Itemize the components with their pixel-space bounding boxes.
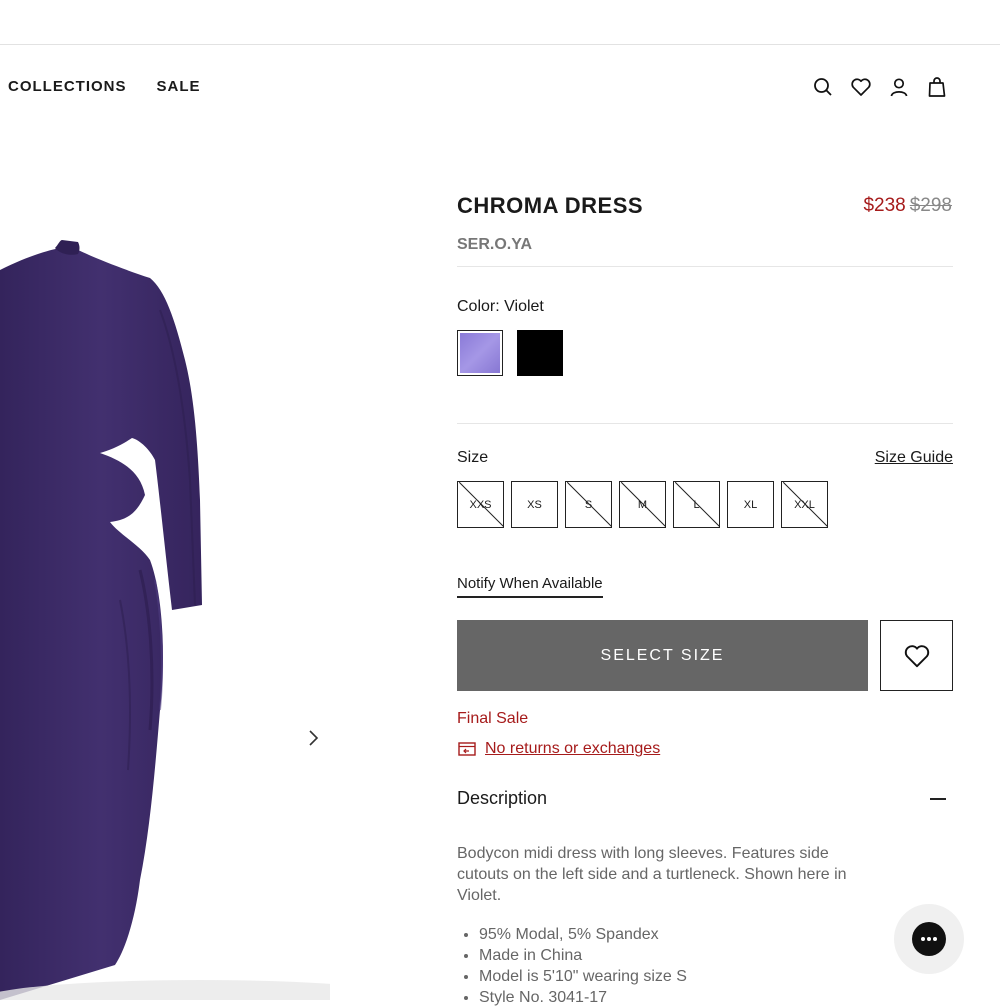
returns-policy: No returns or exchanges (457, 740, 660, 758)
color-swatch-black[interactable] (517, 330, 563, 376)
add-to-wishlist-button[interactable] (880, 620, 953, 691)
returns-link[interactable]: No returns or exchanges (485, 740, 660, 758)
color-label: Color: Violet (457, 298, 544, 315)
header-icons (812, 76, 948, 98)
description-heading[interactable]: Description (457, 788, 547, 809)
main-nav: COLLECTIONS SALE (8, 78, 201, 95)
size-option-xl[interactable]: XL (727, 481, 774, 528)
nav-sale[interactable]: SALE (157, 78, 201, 95)
list-item: Style No. 3041-17 (479, 987, 687, 1008)
product-details-list: 95% Modal, 5% Spandex Made in China Mode… (457, 924, 687, 1008)
brand-name[interactable]: SER.O.YA (457, 236, 532, 254)
heart-icon[interactable] (850, 76, 872, 98)
divider (457, 266, 953, 267)
search-icon[interactable] (812, 76, 834, 98)
chat-icon (912, 922, 946, 956)
account-icon[interactable] (888, 76, 910, 98)
size-option-xxs[interactable]: XXS (457, 481, 504, 528)
product-title: CHROMA DRESS (457, 193, 644, 218)
divider (457, 423, 953, 424)
original-price: $298 (909, 195, 952, 216)
size-label: Size (457, 449, 489, 466)
description-text: Bodycon midi dress with long sleeves. Fe… (457, 845, 847, 904)
list-item: Made in China (479, 945, 687, 966)
size-selector: XXS XS S M L XL XXL (457, 481, 828, 528)
color-swatch-violet[interactable] (457, 330, 503, 376)
return-box-icon (458, 742, 476, 756)
size-option-m[interactable]: M (619, 481, 666, 528)
nav-collections[interactable]: COLLECTIONS (8, 78, 127, 95)
chat-widget-button[interactable] (894, 904, 964, 974)
size-option-s[interactable]: S (565, 481, 612, 528)
bag-icon[interactable] (926, 76, 948, 98)
final-sale-label: Final Sale (457, 710, 529, 727)
list-item: 95% Modal, 5% Spandex (479, 924, 687, 945)
notify-when-available-link[interactable]: Notify When Available (457, 575, 603, 598)
list-item: Model is 5'10" wearing size S (479, 966, 687, 987)
sale-price: $238 (863, 195, 906, 216)
size-option-xs[interactable]: XS (511, 481, 558, 528)
price-block: $238 $298 (863, 195, 952, 217)
select-size-button[interactable]: SELECT SIZE (457, 620, 868, 691)
size-guide-link[interactable]: Size Guide (875, 449, 953, 467)
collapse-icon[interactable] (930, 798, 946, 800)
chevron-right-icon[interactable] (302, 725, 324, 751)
size-option-l[interactable]: L (673, 481, 720, 528)
heart-icon (904, 644, 929, 667)
header-divider (0, 44, 1000, 45)
product-image[interactable] (0, 150, 330, 1000)
size-option-xxl[interactable]: XXL (781, 481, 828, 528)
